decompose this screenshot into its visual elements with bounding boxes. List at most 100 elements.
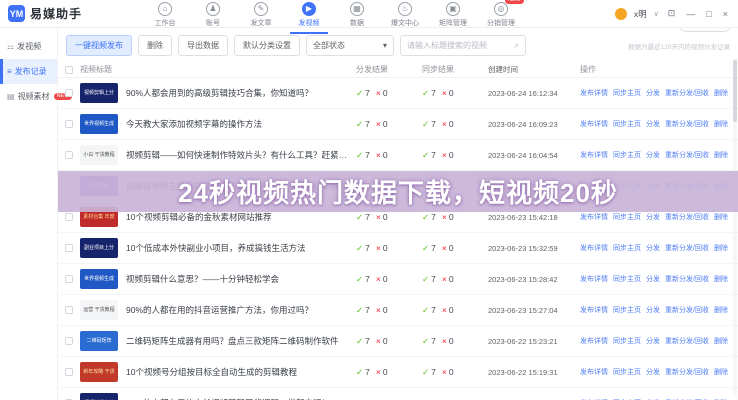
row-checkbox[interactable] [65,306,73,314]
nav-item-0[interactable]: ⌂工作台 [148,0,182,28]
op-link-3[interactable]: 重新分发/回收 [665,150,709,160]
op-link-1[interactable]: 同步主页 [613,274,641,284]
video-title[interactable]: 视频剪辑什么意思？——十分钟轻松学会 [126,273,356,285]
op-link-0[interactable]: 发布详情 [580,305,608,315]
op-link-2[interactable]: 分发 [646,305,660,315]
op-link-4[interactable]: 删除 [714,367,728,377]
video-title[interactable]: 90%的人都在用的抖音运营推广方法，你用过吗？ [126,304,356,316]
theme-icon[interactable]: ⊡ [666,8,678,19]
search-input[interactable]: 请输入标题搜索的视频 ⌕ [400,35,526,56]
toolbar-button-0[interactable]: 一键视频发布 [66,35,132,56]
video-thumbnail[interactable]: 运营 干货教程 [80,300,118,320]
sidebar-item-0[interactable]: ⚏发视频 [0,34,57,59]
op-link-1[interactable]: 同步主页 [613,305,641,315]
nav-item-4[interactable]: ▦数据 [340,0,374,28]
op-link-2[interactable]: 分发 [646,212,660,222]
op-link-2[interactable]: 分发 [646,150,660,160]
op-link-2[interactable]: 分发 [646,274,660,284]
op-link-4[interactable]: 删除 [714,305,728,315]
toolbar-button-1[interactable]: 删除 [138,35,172,56]
avatar[interactable] [615,8,627,20]
op-link-3[interactable]: 重新分发/回收 [665,336,709,346]
video-title[interactable]: 90%人都会用到的高级剪辑技巧合集，你知道吗？ [126,87,356,99]
video-thumbnail[interactable]: 世界视频生成 [80,269,118,289]
op-link-3[interactable]: 重新分发/回收 [665,367,709,377]
op-link-4[interactable]: 删除 [714,88,728,98]
nav-item-1[interactable]: ♟账号 [196,0,230,28]
nav-item-7[interactable]: ◎分销管理NEW [484,0,518,28]
row-checkbox[interactable] [65,89,73,97]
op-link-0[interactable]: 发布详情 [580,243,608,253]
op-link-2[interactable]: 分发 [646,119,660,129]
row-checkbox[interactable] [65,244,73,252]
op-link-4[interactable]: 删除 [714,274,728,284]
op-link-3[interactable]: 重新分发/回收 [665,243,709,253]
video-title[interactable]: 今天教大家添加视频字幕的操作方法 [126,118,356,130]
op-link-1[interactable]: 同步主页 [613,367,641,377]
row-checkbox[interactable] [65,275,73,283]
op-link-1[interactable]: 同步主页 [613,119,641,129]
help-center-button[interactable]: ✓ 帮助中心 [678,28,732,32]
op-link-1[interactable]: 同步主页 [613,150,641,160]
op-link-2[interactable]: 分发 [646,367,660,377]
op-link-3[interactable]: 重新分发/回收 [665,305,709,315]
chevron-down-icon[interactable]: ∨ [654,10,659,18]
op-link-0[interactable]: 发布详情 [580,274,608,284]
op-link-2[interactable]: 分发 [646,243,660,253]
op-link-1[interactable]: 同步主页 [613,336,641,346]
op-link-4[interactable]: 删除 [714,243,728,253]
row-checkbox[interactable] [65,151,73,159]
scrollbar-thumb[interactable] [733,60,737,122]
op-link-4[interactable]: 删除 [714,119,728,129]
video-title[interactable]: 视频剪辑——如何快速制作特效片头？有什么工具？赶紧知道 [126,149,356,161]
video-thumbnail[interactable]: 小白 干货教程 [80,145,118,165]
op-link-4[interactable]: 删除 [714,212,728,222]
op-link-0[interactable]: 发布详情 [580,88,608,98]
status-filter-select[interactable]: 全部状态 ▾ [306,35,394,56]
video-thumbnail[interactable]: 视频剪辑上分 [80,83,118,103]
minimize-icon[interactable]: — [684,9,697,19]
video-thumbnail[interactable]: 视频剪辑上分 [80,393,118,400]
video-title[interactable]: 10个视频剪辑必备的金秋素材网站推荐 [126,211,356,223]
op-link-3[interactable]: 重新分发/回收 [665,274,709,284]
op-link-1[interactable]: 同步主页 [613,88,641,98]
op-link-3[interactable]: 重新分发/回收 [665,88,709,98]
op-link-2[interactable]: 分发 [646,336,660,346]
op-link-3[interactable]: 重新分发/回收 [665,212,709,222]
toolbar-button-2[interactable]: 导出数据 [178,35,228,56]
row-checkbox[interactable] [65,368,73,376]
op-link-3[interactable]: 重新分发/回收 [665,119,709,129]
row-checkbox[interactable] [65,213,73,221]
sidebar-item-1[interactable]: ≡发布记录 [0,59,57,84]
row-checkbox[interactable] [65,120,73,128]
sidebar-item-2[interactable]: ▤视频素材NEW [0,84,57,109]
op-link-0[interactable]: 发布详情 [580,119,608,129]
op-link-0[interactable]: 发布详情 [580,367,608,377]
op-link-4[interactable]: 删除 [714,336,728,346]
op-link-2[interactable]: 分发 [646,88,660,98]
op-link-1[interactable]: 同步主页 [613,212,641,222]
video-title[interactable]: 二维码矩阵生成器有用吗？盘点三款矩阵二维码制作软件 [126,335,356,347]
op-link-0[interactable]: 发布详情 [580,150,608,160]
video-thumbnail[interactable]: 新年攻略 干货 [80,362,118,382]
op-link-0[interactable]: 发布详情 [580,336,608,346]
video-title[interactable]: 10个低成本外快副业小项目，养成搞钱生活方法 [126,242,356,254]
op-link-1[interactable]: 同步主页 [613,243,641,253]
select-all-checkbox[interactable] [65,66,73,74]
video-thumbnail[interactable]: 二维码矩阵 [80,331,118,351]
user-name[interactable]: x明 [634,8,647,20]
close-icon[interactable]: × [721,9,730,19]
row-checkbox[interactable] [65,337,73,345]
nav-item-6[interactable]: ▣矩阵管理 [436,0,470,28]
op-link-4[interactable]: 删除 [714,150,728,160]
nav-item-3[interactable]: ▶发视频 [292,0,326,28]
nav-item-2[interactable]: ✎发文章 [244,0,278,28]
maximize-icon[interactable]: □ [704,9,713,19]
video-title[interactable]: 10个视频号分组按目标全自动生成的剪辑教程 [126,366,356,378]
video-thumbnail[interactable]: 副业项目上分 [80,238,118,258]
scrollbar-track[interactable] [733,58,737,396]
op-link-0[interactable]: 发布详情 [580,212,608,222]
toolbar-button-3[interactable]: 默认分类设置 [234,35,300,56]
video-thumbnail[interactable]: 世界视频生成 [80,114,118,134]
nav-item-5[interactable]: ♨爆文中心 [388,0,422,28]
